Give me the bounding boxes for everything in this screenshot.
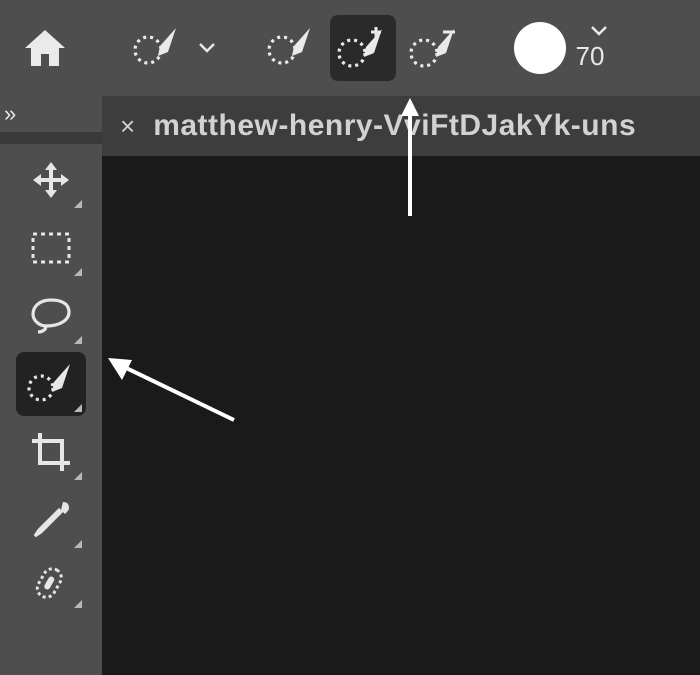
tool-submenu-flag: [74, 600, 82, 608]
move-icon: [31, 160, 71, 200]
tool-submenu-flag: [74, 336, 82, 344]
close-tab-button[interactable]: ×: [120, 111, 135, 142]
chevron-down-icon: [198, 42, 216, 54]
add-to-selection-icon: [336, 25, 390, 71]
selection-brush-dropdown[interactable]: [198, 42, 216, 54]
tool-submenu-flag: [74, 200, 82, 208]
document-tab-bar: × matthew-henry-VviFtDJakYk-uns: [102, 96, 700, 156]
rectangular-marquee-tool[interactable]: [16, 216, 86, 280]
brush-size-control[interactable]: 70: [514, 22, 608, 74]
crop-icon: [30, 431, 72, 473]
selection-brush-options-button[interactable]: [124, 15, 190, 81]
lasso-tool[interactable]: [16, 284, 86, 348]
brush-color-swatch[interactable]: [514, 22, 566, 74]
quick-selection-tool[interactable]: [16, 352, 86, 416]
tool-submenu-flag: [74, 404, 82, 412]
canvas-area[interactable]: [102, 156, 700, 675]
eyedropper-icon: [31, 500, 71, 540]
tool-submenu-flag: [74, 540, 82, 548]
chevron-right-icon: »: [4, 101, 13, 127]
subtract-from-selection-icon: [408, 25, 462, 71]
document-tab-title[interactable]: matthew-henry-VviFtDJakYk-uns: [153, 109, 636, 143]
brush-size-value: 70: [576, 41, 605, 72]
add-to-selection-mode-button[interactable]: [330, 15, 396, 81]
healing-brush-icon: [30, 563, 72, 605]
expand-panels-button[interactable]: »: [0, 96, 106, 132]
spot-healing-brush-tool[interactable]: [16, 556, 86, 612]
chevron-down-icon[interactable]: [590, 25, 608, 37]
eyedropper-tool[interactable]: [16, 488, 86, 552]
home-icon: [23, 28, 67, 68]
subtract-from-selection-mode-button[interactable]: [402, 15, 468, 81]
selection-brush-icon: [132, 26, 182, 70]
lasso-icon: [30, 296, 72, 336]
tools-panel: »: [0, 96, 102, 675]
panel-divider: [0, 132, 102, 144]
crop-tool[interactable]: [16, 420, 86, 484]
new-selection-mode-button[interactable]: [258, 15, 324, 81]
top-options-bar: 70: [0, 0, 700, 96]
tool-submenu-flag: [74, 472, 82, 480]
home-button[interactable]: [12, 15, 78, 81]
new-selection-icon: [266, 26, 316, 70]
marquee-icon: [31, 232, 71, 264]
move-tool[interactable]: [16, 148, 86, 212]
tool-submenu-flag: [74, 268, 82, 276]
quick-selection-icon: [26, 362, 76, 406]
